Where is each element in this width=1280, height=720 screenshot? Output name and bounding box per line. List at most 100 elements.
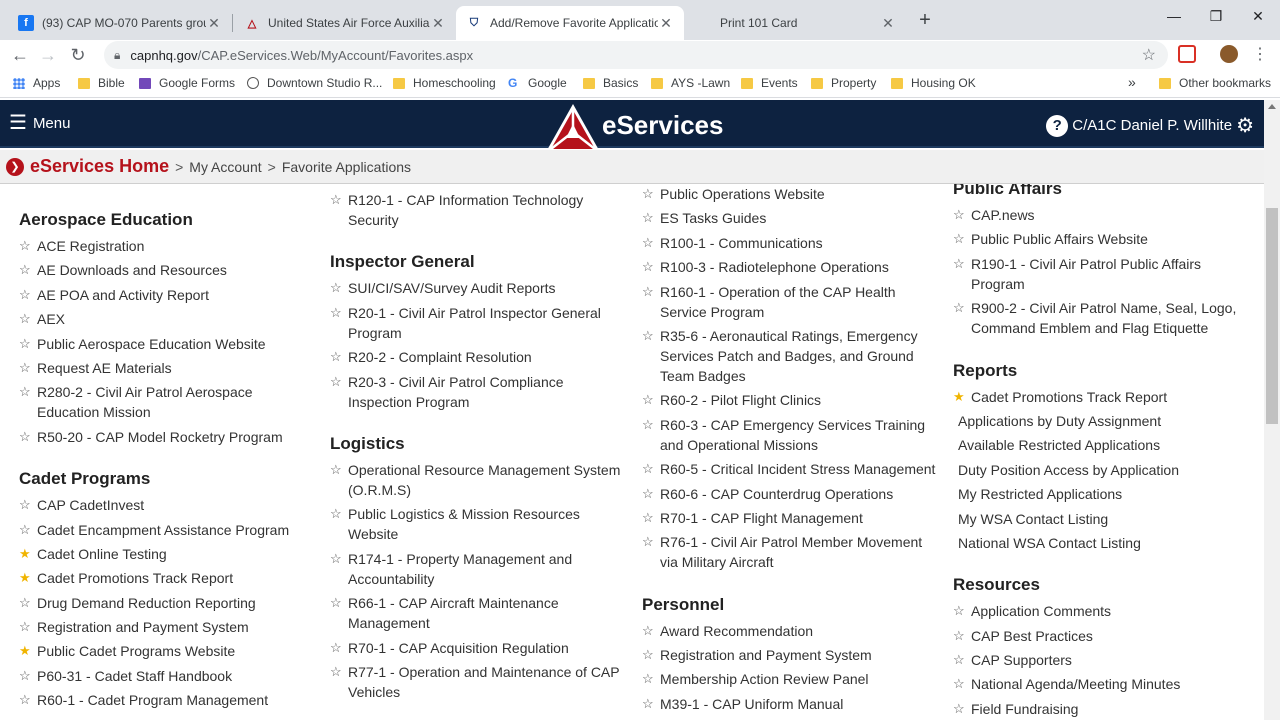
favorite-app-item[interactable]: ☆ CAP Best Practices xyxy=(953,626,1253,650)
star-filled-icon[interactable]: ★ xyxy=(19,544,37,564)
app-link-label[interactable]: R20-1 - Civil Air Patrol Inspector Gener… xyxy=(348,303,630,343)
favorite-app-item[interactable]: ☆ Request AE Materials xyxy=(19,358,299,382)
star-outline-icon[interactable]: ☆ xyxy=(330,549,348,589)
close-window-icon[interactable]: ✕ xyxy=(1248,8,1268,25)
star-outline-icon[interactable]: ☆ xyxy=(642,669,660,689)
star-outline-icon[interactable]: ☆ xyxy=(953,699,971,719)
star-outline-icon[interactable]: ☆ xyxy=(642,532,660,572)
favorite-app-item[interactable]: ☆ Cadet Encampment Assistance Program xyxy=(19,520,299,544)
favorite-app-item[interactable]: ☆ AE Downloads and Resources xyxy=(19,260,299,284)
favorite-app-item[interactable]: ☆ R160-1 - Operation of the CAP Health Se… xyxy=(642,282,942,326)
favorite-app-item[interactable]: ☆ R60-1 - Cadet Program Management xyxy=(19,690,299,714)
app-link-label[interactable]: My WSA Contact Listing xyxy=(958,509,1108,529)
app-link-label[interactable]: Award Recommendation xyxy=(660,621,813,641)
star-outline-icon[interactable]: ☆ xyxy=(642,459,660,479)
browser-tab[interactable]: f (93) CAP MO-070 Parents group ✕ xyxy=(8,6,232,40)
other-bookmarks[interactable]: Other bookmarks xyxy=(1159,76,1271,90)
bookmark-item[interactable]: G Google xyxy=(508,76,567,90)
app-link-label[interactable]: Registration and Payment System xyxy=(660,645,872,665)
app-link-label[interactable]: Request AE Materials xyxy=(37,358,172,378)
app-link-label[interactable]: My Restricted Applications xyxy=(958,484,1122,504)
star-outline-icon[interactable]: ☆ xyxy=(642,184,660,204)
app-link-label[interactable]: R77-1 - Operation and Maintenance of CAP… xyxy=(348,662,630,702)
app-link-label[interactable]: R60-3 - CAP Emergency Services Training … xyxy=(660,415,942,455)
bookmark-item[interactable]: Housing OK xyxy=(891,76,976,90)
star-outline-icon[interactable]: ☆ xyxy=(330,638,348,658)
star-outline-icon[interactable]: ☆ xyxy=(953,601,971,621)
favorite-app-item[interactable]: ☆ R100-3 - Radiotelephone Operations xyxy=(642,257,942,281)
star-outline-icon[interactable]: ☆ xyxy=(330,190,348,230)
star-outline-icon[interactable]: ☆ xyxy=(330,460,348,500)
star-filled-icon[interactable]: ★ xyxy=(19,568,37,588)
app-link-label[interactable]: R60-6 - CAP Counterdrug Operations xyxy=(660,484,893,504)
scrollbar-thumb[interactable] xyxy=(1266,208,1278,424)
menu-button[interactable]: ☰ Menu xyxy=(9,113,70,133)
favorite-app-item[interactable]: Available Restricted Applications xyxy=(953,435,1253,459)
user-name[interactable]: C/A1C Daniel P. Willhite xyxy=(1072,117,1232,134)
star-outline-icon[interactable]: ☆ xyxy=(19,236,37,256)
star-outline-icon[interactable]: ☆ xyxy=(642,621,660,641)
favorite-app-item[interactable]: ☆ R900-2 - Civil Air Patrol Name, Seal, L… xyxy=(953,298,1253,342)
app-link-label[interactable]: Registration and Payment System xyxy=(37,617,249,637)
app-link-label[interactable]: Public Operations Website xyxy=(660,184,825,204)
star-outline-icon[interactable]: ☆ xyxy=(953,626,971,646)
star-outline-icon[interactable]: ☆ xyxy=(19,666,37,686)
app-link-label[interactable]: P60-31 - Cadet Staff Handbook xyxy=(37,666,232,686)
favorite-app-item[interactable]: ☆ Operational Resource Management System … xyxy=(330,460,630,504)
bookmark-item[interactable]: AYS -Lawn xyxy=(651,76,730,90)
star-filled-icon[interactable]: ★ xyxy=(953,387,971,407)
app-link-label[interactable]: R100-1 - Communications xyxy=(660,233,823,253)
app-link-label[interactable]: R100-3 - Radiotelephone Operations xyxy=(660,257,889,277)
favorite-app-item[interactable]: ★ Cadet Promotions Track Report xyxy=(953,387,1253,411)
breadcrumb-home[interactable]: eServices Home xyxy=(30,156,169,177)
app-link-label[interactable]: National WSA Contact Listing xyxy=(958,533,1141,553)
favorite-app-item[interactable]: ☆ R60-5 - Critical Incident Stress Manage… xyxy=(642,459,942,483)
star-outline-icon[interactable]: ☆ xyxy=(953,650,971,670)
star-outline-icon[interactable]: ☆ xyxy=(19,617,37,637)
bookmark-apps[interactable]: Apps xyxy=(13,76,60,90)
favorite-app-item[interactable]: ☆ CAP CadetInvest xyxy=(19,495,299,519)
browser-menu-icon[interactable]: ⋮ xyxy=(1252,44,1268,64)
favorite-app-item[interactable]: Duty Position Access by Application xyxy=(953,460,1253,484)
bookmark-item[interactable]: Google Forms xyxy=(139,76,235,90)
reload-icon[interactable]: ↻ xyxy=(66,43,90,67)
star-outline-icon[interactable]: ☆ xyxy=(19,520,37,540)
favorite-app-item[interactable]: ☆ R70-1 - CAP Flight Management xyxy=(642,508,942,532)
app-link-label[interactable]: Field Fundraising xyxy=(971,699,1078,719)
favorite-app-item[interactable]: ★ Public Cadet Programs Website xyxy=(19,641,299,665)
favorite-app-item[interactable]: ☆ Drug Demand Reduction Reporting xyxy=(19,593,299,617)
favorite-app-item[interactable]: ☆ AE POA and Activity Report xyxy=(19,285,299,309)
restore-icon[interactable]: ❐ xyxy=(1206,8,1226,25)
star-outline-icon[interactable]: ☆ xyxy=(19,593,37,613)
chevron-down-icon[interactable]: ❯ xyxy=(6,157,24,176)
app-link-label[interactable]: Cadet Encampment Assistance Program xyxy=(37,520,289,540)
help-icon[interactable]: ? xyxy=(1046,114,1069,137)
app-link-label[interactable]: CAP CadetInvest xyxy=(37,495,144,515)
star-filled-icon[interactable]: ★ xyxy=(19,641,37,661)
star-outline-icon[interactable]: ☆ xyxy=(953,674,971,694)
star-outline-icon[interactable]: ☆ xyxy=(642,326,660,386)
favorite-app-item[interactable]: ☆ R70-1 - CAP Acquisition Regulation xyxy=(330,638,630,662)
star-outline-icon[interactable]: ☆ xyxy=(642,694,660,714)
app-link-label[interactable]: M39-1 - CAP Uniform Manual xyxy=(660,694,843,714)
star-outline-icon[interactable]: ☆ xyxy=(19,690,37,710)
bookmark-item[interactable]: Basics xyxy=(583,76,638,90)
favorite-app-item[interactable]: ☆ R77-1 - Operation and Maintenance of CA… xyxy=(330,662,630,706)
favorite-app-item[interactable]: ☆ CAP.news xyxy=(953,205,1253,229)
star-outline-icon[interactable]: ☆ xyxy=(953,254,971,294)
profile-avatar[interactable] xyxy=(1220,45,1238,63)
browser-tab[interactable]: △ United States Air Force Auxiliary | ✕ xyxy=(234,6,456,40)
forward-icon[interactable]: → xyxy=(36,43,60,67)
app-link-label[interactable]: Public Logistics & Mission Resources Web… xyxy=(348,504,630,544)
app-link-label[interactable]: Public Public Affairs Website xyxy=(971,229,1148,249)
star-outline-icon[interactable]: ☆ xyxy=(642,645,660,665)
favorite-app-item[interactable]: ☆ R60-2 - Pilot Flight Clinics xyxy=(642,390,942,414)
favorite-app-item[interactable]: ☆ Public Aerospace Education Website xyxy=(19,334,299,358)
app-link-label[interactable]: R70-1 - CAP Flight Management xyxy=(660,508,863,528)
favorite-app-item[interactable]: ☆ R60-3 - CAP Emergency Services Training… xyxy=(642,415,942,459)
app-link-label[interactable]: Drug Demand Reduction Reporting xyxy=(37,593,256,613)
tab-close-icon[interactable]: ✕ xyxy=(658,15,674,32)
star-outline-icon[interactable]: ☆ xyxy=(642,390,660,410)
bookmark-item[interactable]: Homeschooling xyxy=(393,76,496,90)
star-outline-icon[interactable]: ☆ xyxy=(19,495,37,515)
